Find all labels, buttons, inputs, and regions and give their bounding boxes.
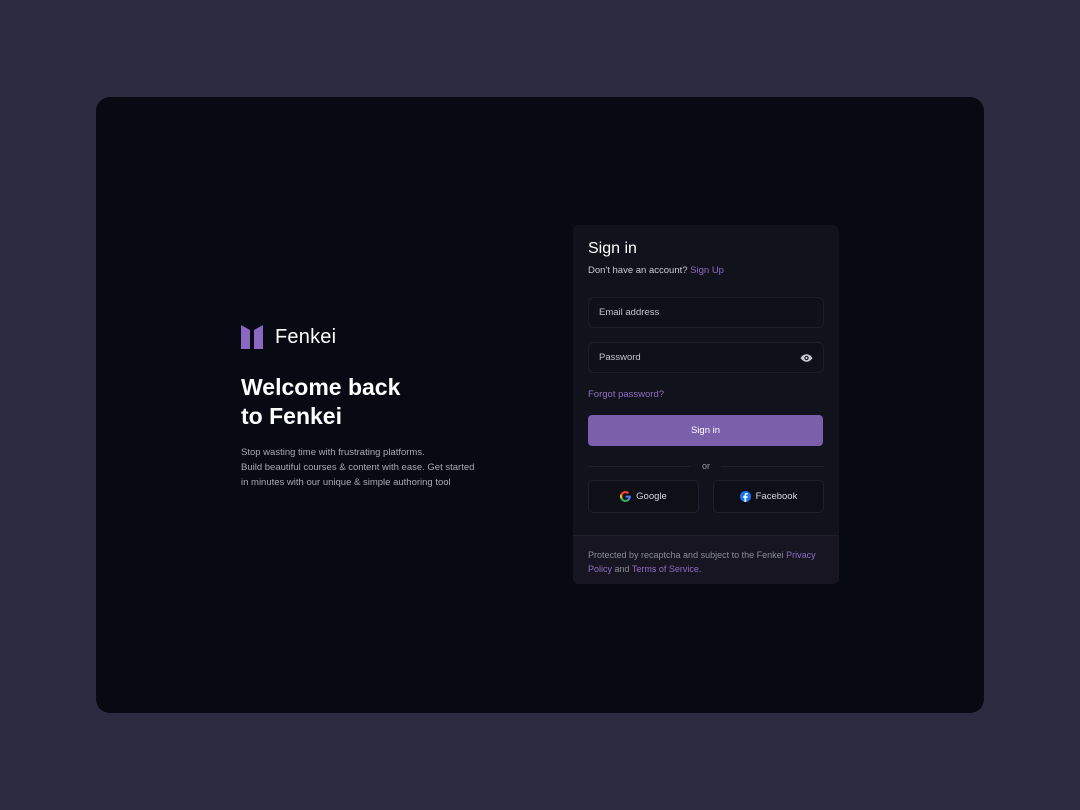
facebook-icon [739,491,751,502]
hero-title-line: to Fenkei [241,403,342,429]
terms-of-service-link[interactable]: Terms of Service [632,564,699,574]
fenkei-logo-icon [241,325,263,349]
social-login: Google Facebook [588,480,824,513]
app-window: Fenkei Welcome back to Fenkei Stop wasti… [96,97,984,713]
facebook-label: Facebook [755,491,798,502]
hero-subtitle-line: Build beautiful courses & content with e… [241,462,475,473]
hero-subtitle: Stop wasting time with frustrating platf… [241,445,491,490]
brand-name: Fenkei [275,325,337,348]
hero-title: Welcome back to Fenkei [241,373,461,431]
and-text: and [614,564,630,574]
forgot-password-link[interactable]: Forgot password? [588,389,824,402]
no-account-text: Don't have an account? [588,265,688,276]
or-divider: or [588,460,824,472]
signup-link[interactable]: Sign Up [690,265,724,276]
google-button[interactable]: Google [588,480,699,513]
facebook-button[interactable]: Facebook [713,480,824,513]
divider-line [721,466,824,467]
recaptcha-notice: Protected by recaptcha and subject to th… [573,535,839,584]
signin-title: Sign in [588,240,637,257]
hero-title-line: Welcome back [241,374,401,400]
hero-subtitle-line: in minutes with our unique & simple auth… [241,477,451,488]
period-text: . [698,564,702,574]
password-field [588,342,824,373]
recaptcha-text: Protected by recaptcha and subject to th… [588,550,784,560]
signin-card: Sign in Don't have an account? Sign Up F… [573,225,839,584]
password-input[interactable] [589,343,823,372]
google-label: Google [636,491,667,502]
hero-subtitle-line: Stop wasting time with frustrating platf… [241,447,425,458]
eye-icon[interactable] [800,352,813,364]
signin-button[interactable]: Sign in [588,415,823,446]
signup-prompt: Don't have an account? Sign Up [588,265,824,278]
hero-section: Fenkei Welcome back to Fenkei Stop wasti… [241,325,501,490]
email-field [588,297,824,328]
brand: Fenkei [241,325,501,349]
email-input[interactable] [589,298,823,327]
google-icon [620,491,631,502]
